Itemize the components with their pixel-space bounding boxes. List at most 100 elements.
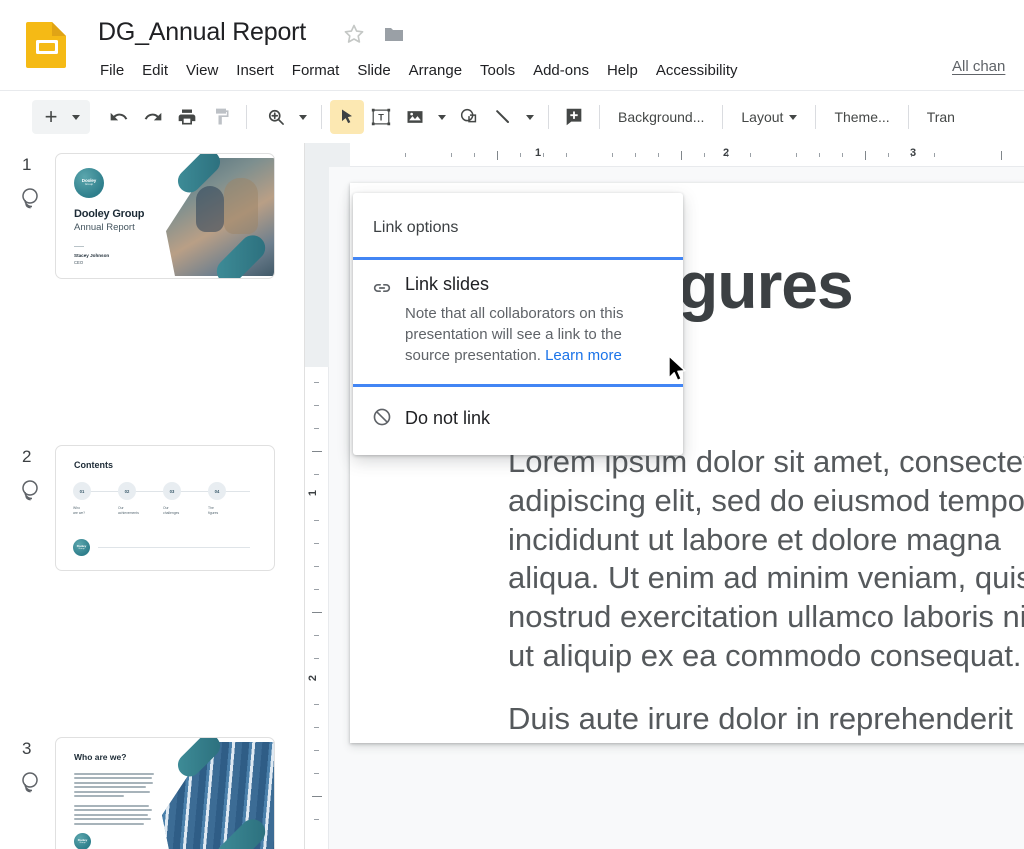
menu-item-help[interactable]: Help [598,58,647,84]
thumb-step-caption: Our achievements [118,506,139,515]
block-icon [371,403,405,433]
menu-bar: File Edit View Insert Format Slide Arran… [96,58,747,84]
star-icon[interactable] [342,22,366,46]
ruler-label-1: 1 [535,147,542,159]
google-slides-icon[interactable] [24,20,70,70]
linked-slides-stack-icon[interactable] [17,769,47,799]
redo-button[interactable] [136,100,170,134]
link-slides-label: Link slides [405,274,490,294]
slide-thumbnail[interactable]: Contents 01 02 03 04 Who are we? Our ach… [55,445,275,571]
do-not-link-option[interactable]: Do not link [353,387,683,455]
zoom-button[interactable] [259,100,293,134]
plus-icon: + [44,104,58,129]
thumb-step-number: 02 [118,482,136,500]
thumb-title: Who are we? [74,752,127,762]
linked-slides-stack-icon[interactable] [17,185,47,215]
menu-item-edit[interactable]: Edit [133,58,177,84]
slide-thumbnail[interactable]: Dooley Group Dooley Group Annual Report … [55,153,275,279]
vertical-ruler-label-2: 2 [307,674,320,682]
layout-label: Layout [741,109,784,125]
linked-slides-stack-icon[interactable] [17,477,47,507]
learn-more-link[interactable]: Learn more [545,347,622,364]
save-status[interactable]: All chan [952,58,1005,75]
menu-item-slide[interactable]: Slide [348,58,399,84]
layout-button[interactable]: Layout [731,100,807,134]
add-comment-button[interactable] [557,100,591,134]
toolbar-divider [815,105,817,129]
menu-item-insert[interactable]: Insert [227,58,283,84]
vertical-ruler[interactable]: 1 2 [305,167,329,849]
vertical-ruler-margin [305,167,329,367]
new-slide-chevron-down-icon[interactable] [66,100,86,134]
slide-filmstrip[interactable]: 1 Dooley Group Dooley Group Annual Repor… [0,143,305,849]
link-slides-option[interactable]: Link slides Note that all collaborators … [353,257,683,388]
image-chevron-down-icon[interactable] [432,100,452,134]
slide-number: 1 [22,155,32,174]
menu-item-tools[interactable]: Tools [471,58,524,84]
slide-number: 3 [22,739,32,758]
print-button[interactable] [170,100,204,134]
thumb-title: Dooley Group [74,208,145,220]
thumb-step-caption: Our challenges [163,506,180,515]
thumb-step-number: 01 [73,482,91,500]
zoom-chevron-down-icon[interactable] [293,100,313,134]
svg-text:T: T [378,113,384,123]
menu-item-accessibility[interactable]: Accessibility [647,58,747,84]
ruler-label-2: 2 [723,147,730,159]
menu-item-arrange[interactable]: Arrange [400,58,471,84]
toolbar: + T Background... Layout Theme... Tran [0,90,1024,143]
toolbar-divider [548,105,549,129]
link-options-dialog: Link options Link slides Note that all c… [353,193,683,456]
paint-format-button[interactable] [204,100,238,134]
line-button[interactable] [486,100,520,134]
shape-button[interactable] [452,100,486,134]
menu-item-format[interactable]: Format [283,58,349,84]
menu-item-file[interactable]: File [96,58,133,84]
document-title[interactable]: DG_Annual Report [98,18,306,47]
vertical-ruler-label-1: 1 [307,489,320,497]
top-bar: DG_Annual Report File Edit View Insert F… [0,0,1024,90]
link-icon [371,274,405,366]
new-slide-button[interactable]: + [32,100,90,134]
line-chevron-down-icon[interactable] [520,100,540,134]
slide-body-paragraph-2: Duis aute irure dolor in reprehenderit [508,700,1013,736]
thumb-subtitle: Annual Report [74,222,135,233]
ruler-label-3: 3 [910,147,917,159]
slide-thumbnail[interactable]: Who are we? Dooley Group [55,737,275,849]
thumb-logo-sub: Group [84,182,94,187]
thumb-step-caption: The figures [208,506,219,515]
insert-image-button[interactable] [398,100,432,134]
thumb-author-role: CEO [74,260,84,265]
toolbar-divider [246,105,247,129]
text-box-button[interactable]: T [364,100,398,134]
toolbar-divider [907,105,909,129]
link-options-title: Link options [373,219,459,236]
thumb-title: Contents [74,460,113,470]
thumb-step-caption: Who are we? [73,506,86,515]
theme-button[interactable]: Theme... [824,100,899,134]
slide-body-paragraph-1: Lorem ipsum dolor sit amet, consectetur … [508,444,1024,673]
folder-icon[interactable] [382,22,406,46]
background-button[interactable]: Background... [608,100,714,134]
layout-chevron-down-icon [789,114,798,120]
transition-button[interactable]: Tran [917,100,965,134]
slide-number: 2 [22,447,32,466]
toolbar-divider [599,105,600,129]
menu-item-view[interactable]: View [177,58,227,84]
slide-body-text[interactable]: Lorem ipsum dolor sit amet, consectetur … [508,443,1024,738]
link-slides-description: Note that all collaborators on this pres… [405,303,665,367]
toolbar-divider [722,105,724,129]
do-not-link-label: Do not link [405,407,491,428]
menu-item-add-ons[interactable]: Add-ons [524,58,598,84]
horizontal-ruler[interactable]: 1 2 3 [305,143,1024,167]
select-tool-button[interactable] [330,100,364,134]
undo-button[interactable] [102,100,136,134]
thumb-step-number: 03 [163,482,181,500]
toolbar-divider [321,105,322,129]
thumb-step-number: 04 [208,482,226,500]
filmstrip-slide-1[interactable]: 1 Dooley Group Dooley Group Annual Repor… [0,143,304,289]
filmstrip-slide-2[interactable]: 2 Contents 01 02 03 04 Who are we? Our a… [0,435,304,581]
ruler-corner [305,143,350,167]
thumb-author: Stacey Johnson [74,253,110,258]
filmstrip-slide-3[interactable]: 3 Who are we? Dooley Group [0,727,304,849]
